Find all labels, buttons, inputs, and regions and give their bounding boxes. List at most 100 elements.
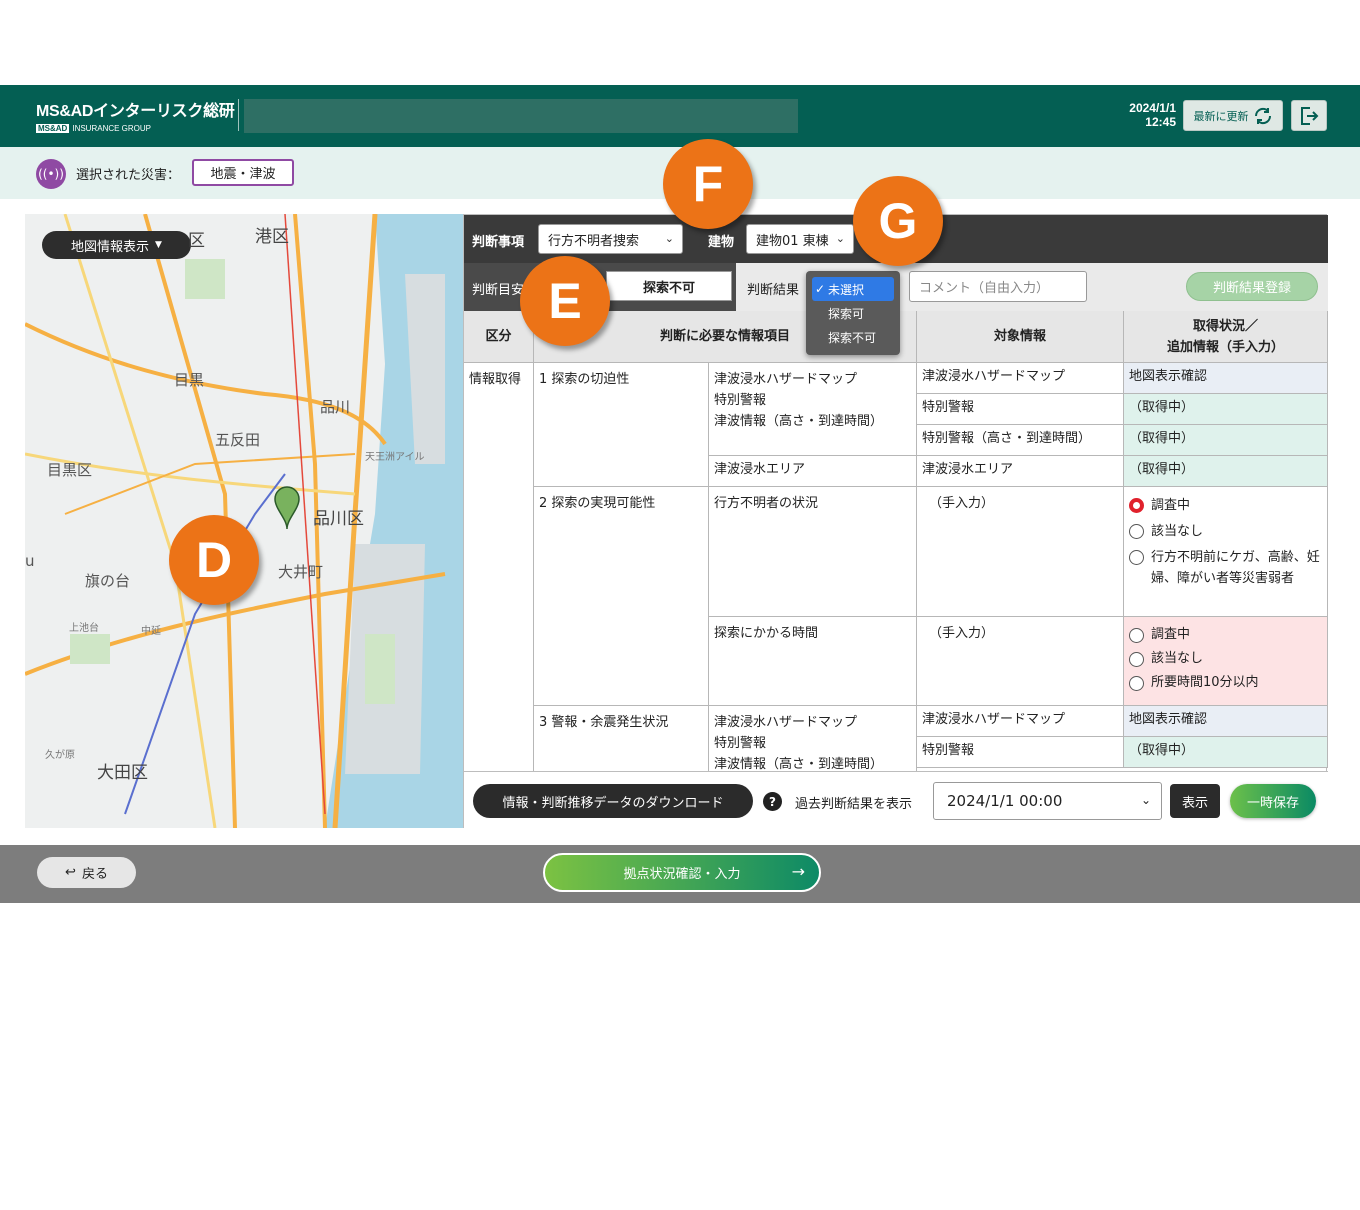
header-blank-bar <box>244 99 798 133</box>
site-status-button[interactable]: 拠点状況確認・入力 → <box>543 853 821 892</box>
row1-target: 特別警報（高さ・到達時間） <box>917 425 1124 456</box>
row1-status: （取得中） <box>1124 425 1328 456</box>
temp-save-button[interactable]: 一時保存 <box>1230 784 1316 818</box>
row2-title: 2 探索の実現可能性 <box>534 487 709 706</box>
building-label: 建物 <box>708 235 735 250</box>
map-label-nakanobu: 中延 <box>141 626 161 637</box>
map-label-gotanda: 五反田 <box>215 431 261 449</box>
radio-icon <box>1129 498 1144 513</box>
map-info-button[interactable]: 地図情報表示 ▼ <box>42 231 191 259</box>
chevron-down-icon: ⌄ <box>664 232 674 245</box>
map-label-kugahara: 久が原 <box>45 750 75 761</box>
earthquake-icon: ((•)) <box>36 159 66 189</box>
row1-item4: 津波浸水エリア <box>709 456 917 487</box>
header-divider <box>238 99 239 131</box>
map-label-ku: 区 <box>188 231 205 251</box>
row2-target: （手入力） <box>917 617 1124 706</box>
app-header: MS&ADインターリスク総研 MS&AD INSURANCE GROUP 202… <box>0 85 1360 147</box>
help-icon[interactable]: ? <box>763 792 782 811</box>
callout-d: D <box>169 515 259 605</box>
radio-icon <box>1129 652 1144 667</box>
radio-option[interactable]: 該当なし <box>1129 521 1322 542</box>
callout-e: E <box>520 256 610 346</box>
arrow-right-icon: → <box>791 862 805 881</box>
row2-item: 行方不明者の状況 <box>709 487 917 617</box>
row2-radios: 調査中 該当なし 行方不明前にケガ、高齢、妊婦、障がい者等災害弱者 <box>1124 487 1328 617</box>
result-option[interactable]: 探索不可 <box>806 325 900 349</box>
download-button[interactable]: 情報・判断推移データのダウンロード <box>473 784 753 818</box>
category-cell: 情報取得 <box>464 363 534 771</box>
map-label-ota-ku: 大田区 <box>97 763 148 783</box>
radio-option[interactable]: 調査中 <box>1129 625 1322 644</box>
header-status: 取得状況／ 追加情報（手入力） <box>1124 311 1328 363</box>
logout-icon <box>1301 106 1319 125</box>
building-select[interactable]: 建物01 東棟 ⌄ <box>746 224 854 254</box>
guide-value: 探索不可 <box>606 271 732 301</box>
radio-option[interactable]: 該当なし <box>1129 649 1322 668</box>
row2-radios: 調査中 該当なし 所要時間10分以内 <box>1124 617 1328 706</box>
map-label-shinagawa-ku: 品川区 <box>313 509 364 529</box>
refresh-icon <box>1254 107 1271 124</box>
judgment-item-label: 判断事項 <box>472 235 525 250</box>
logout-button[interactable] <box>1291 100 1327 131</box>
map-view[interactable]: 地図情報表示 ▼ 港区 区 目黒 品川 五反田 目黒区 天王洲アイル 品川区 大… <box>25 214 463 828</box>
row1-items: 津波浸水ハザードマップ 特別警報 津波情報（高さ・到達時間） <box>709 363 917 456</box>
logo-box: MS&AD <box>36 124 70 133</box>
result-label: 判断結果 <box>747 283 800 298</box>
map-label-meguro-station: 目黒 <box>174 371 205 389</box>
map-info-label: 地図情報表示 <box>71 239 150 255</box>
logo-text: MS&ADインターリスク総研 <box>36 103 235 120</box>
back-button[interactable]: ↩ 戻る <box>37 857 136 888</box>
result-dropdown[interactable]: ✓ 未選択 探索可 探索不可 <box>806 271 900 355</box>
chevron-down-icon: ⌄ <box>835 232 845 245</box>
register-result-button[interactable]: 判断結果登録 <box>1186 272 1318 301</box>
logo-subtitle: INSURANCE GROUP <box>72 124 152 133</box>
past-results-select[interactable]: 2024/1/1 00:00 ⌄ <box>933 782 1162 820</box>
map-label-hatanodai: 旗の台 <box>85 572 131 590</box>
map-label-meguro-ku: 目黒区 <box>47 461 93 479</box>
back-label: 戻る <box>81 867 108 882</box>
disaster-label: 選択された災害： <box>76 168 181 183</box>
radio-icon <box>1129 628 1144 643</box>
radio-option[interactable]: 行方不明前にケガ、高齢、妊婦、障がい者等災害弱者 <box>1129 547 1322 589</box>
judgment-item-value: 行方不明者捜索 <box>548 233 640 249</box>
radio-icon <box>1129 676 1144 691</box>
callout-f: F <box>663 139 753 229</box>
row3-status: 地図表示確認 <box>1124 706 1328 737</box>
chevron-down-icon: ⌄ <box>1140 793 1151 807</box>
row1-status: （取得中） <box>1124 394 1328 425</box>
radio-option[interactable]: 所要時間10分以内 <box>1129 673 1322 692</box>
refresh-label: 最新に更新 <box>1193 109 1249 123</box>
row3-target: 特別警報 <box>917 737 1124 768</box>
row3-status: （取得中） <box>1124 737 1328 768</box>
row3-target: 津波浸水ハザードマップ <box>917 706 1124 737</box>
row3-items: 津波浸水ハザードマップ 特別警報 津波情報（高さ・到達時間） <box>709 706 917 771</box>
past-results-label: 過去判断結果を表示 <box>795 797 913 812</box>
map-label-ikegami: 上池台 <box>69 623 99 634</box>
comment-input[interactable]: コメント（自由入力） <box>909 271 1087 302</box>
judgment-item-select[interactable]: 行方不明者捜索 ⌄ <box>538 224 683 254</box>
map-label-minato: 港区 <box>255 227 289 247</box>
row1-status: 地図表示確認 <box>1124 363 1328 394</box>
show-button[interactable]: 表示 <box>1170 784 1220 818</box>
caret-down-icon: ▼ <box>155 240 162 250</box>
header-date: 2024/1/1 <box>1129 101 1176 115</box>
row3-title: 3 警報・余震発生状況 <box>534 706 709 771</box>
result-option[interactable]: ✓ 未選択 <box>812 277 894 301</box>
row1-status: （取得中） <box>1124 456 1328 487</box>
radio-option[interactable]: 調査中 <box>1129 495 1322 516</box>
header-time: 12:45 <box>1145 115 1176 129</box>
callout-g: G <box>853 176 943 266</box>
building-value: 建物01 東棟 <box>756 233 829 249</box>
result-option[interactable]: 探索可 <box>806 301 900 325</box>
site-status-label: 拠点状況確認・入力 <box>623 867 741 882</box>
refresh-button[interactable]: 最新に更新 <box>1183 100 1283 131</box>
return-icon: ↩ <box>65 865 76 880</box>
check-icon: ✓ <box>815 282 826 296</box>
logo: MS&ADインターリスク総研 MS&AD INSURANCE GROUP <box>36 97 235 133</box>
row1-target: 津波浸水エリア <box>917 456 1124 487</box>
radio-icon <box>1129 550 1144 565</box>
row2-item: 探索にかかる時間 <box>709 617 917 706</box>
row1-target: 津波浸水ハザードマップ <box>917 363 1124 394</box>
bottom-bar: ↩ 戻る 拠点状況確認・入力 → <box>0 845 1360 903</box>
